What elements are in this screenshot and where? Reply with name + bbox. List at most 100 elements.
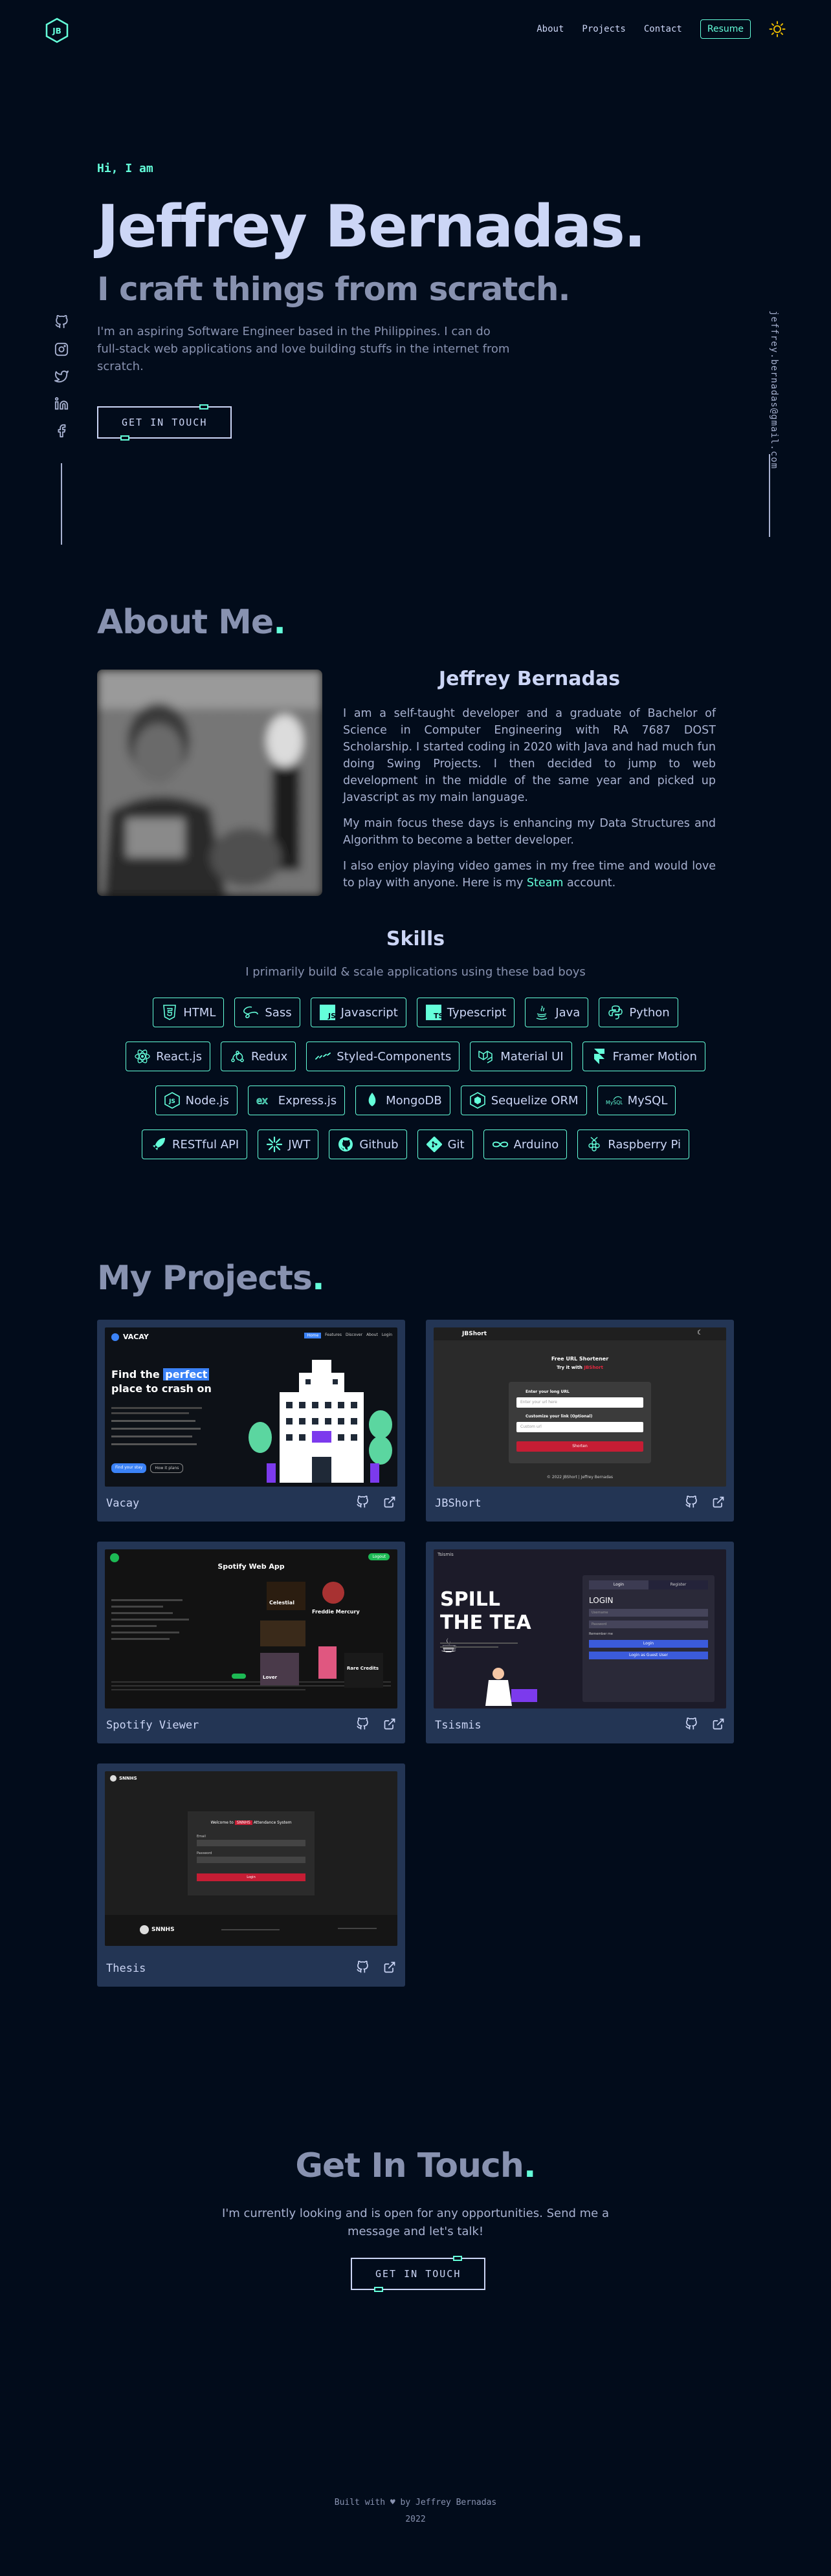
sequelize-icon [469,1092,486,1109]
jwt-icon [266,1136,283,1153]
navbar: JB About Projects Contact Resume [0,0,831,62]
project-card-spotify-viewer[interactable]: Logout Spotify Web App Celestial Freddie… [97,1542,405,1743]
nav-link-about[interactable]: About [537,24,564,34]
skills-row: HTML Sass JS Javascript TS Typescript Java… [0,998,831,1027]
steam-link[interactable]: Steam [527,877,564,890]
skill-chip-nodejs: JS Node.js [155,1086,238,1115]
spotify-card: Celestial [267,1582,305,1610]
project-links [356,1717,396,1733]
tsismis-tabs: Login Register [589,1580,708,1589]
project-card-thesis[interactable]: SNNHS Welcome to SNNHS Attendance System… [97,1763,405,1987]
school-logo-icon [110,1775,116,1782]
nav-link-contact[interactable]: Contact [644,24,682,34]
vacay-text-lines [111,1404,208,1451]
about-paragraph: My main focus these days is enhancing my… [343,817,716,847]
skills-row: React.js Redux Styled-Components Materia… [0,1042,831,1071]
hero-intro: I'm an aspiring Software Engineer based … [97,325,510,373]
project-links [356,1495,396,1511]
spotify-text-lines [111,1595,202,1644]
html5-icon [161,1004,178,1021]
about-paragraph: I am a self-taught developer and a gradu… [343,707,716,804]
nav-link-projects[interactable]: Projects [582,24,625,34]
spotify-artist-avatar [322,1582,344,1604]
github-icon[interactable] [356,1960,369,1976]
external-link-icon[interactable] [383,1496,396,1511]
facebook-icon[interactable] [53,423,70,439]
thesis-login-panel: Welcome to SNNHS Attendance System Email… [188,1811,315,1895]
sun-icon[interactable] [769,21,786,38]
site-footer: Built with ♥ by Jeffrey Bernadas 2022 [0,2494,831,2528]
profile-photo [97,670,322,896]
project-name: Spotify Viewer [106,1719,199,1732]
vacay-headline: Find the perfect place to crash on [111,1368,212,1395]
skills-subtitle: I primarily build & scale applications u… [245,965,586,979]
skill-chip-python: Python [599,998,678,1027]
contact-get-in-touch-button[interactable]: GET IN TOUCH [351,2256,486,2292]
hero-get-in-touch-button[interactable]: GET IN TOUCH [97,404,232,441]
external-link-icon[interactable] [383,1718,396,1733]
vacay-logo-icon [111,1333,119,1341]
heart-icon: ♥ [390,2498,395,2507]
project-screenshot: SNNHS Welcome to SNNHS Attendance System… [105,1771,397,1946]
projects-title: My Projects. [97,1259,325,1298]
about-bio: I am a self-taught developer and a gradu… [343,705,716,901]
skill-chip-arduino: Arduino [483,1130,568,1159]
skill-chip-jwt: JWT [258,1130,319,1159]
svg-text:JB: JB [52,27,61,36]
project-name: JBShort [435,1497,482,1510]
external-link-icon[interactable] [712,1718,725,1733]
button-corner-accent [374,2287,383,2292]
project-card-jbshort[interactable]: JBShort ☾ Free URL Shortener Try it with… [426,1320,734,1522]
project-name: Vacay [106,1497,140,1510]
about-name: Jeffrey Bernadas [438,668,621,690]
project-links [685,1495,725,1511]
project-footer: Vacay [106,1485,396,1522]
footer-year: 2022 [405,2515,426,2524]
github-icon[interactable] [685,1495,698,1511]
button-corner-accent [453,2256,463,2261]
skill-chip-raspberry-pi: Raspberry Pi [577,1130,690,1159]
about-title: About Me. [97,603,286,642]
thesis-welcome: Welcome to SNNHS Attendance System [210,1820,292,1825]
logo[interactable]: JB [45,17,69,43]
hero-name: Jeffrey Bernadas. [97,193,646,261]
social-divider-line [61,463,62,545]
arduino-icon [492,1136,509,1153]
git-icon [426,1136,443,1153]
external-link-icon[interactable] [383,1961,396,1976]
javascript-icon: JS [319,1004,336,1021]
skills-row: RESTful API JWT Github Git Arduino Raspb… [0,1130,831,1159]
contact-title: Get In Touch. [295,2146,536,2185]
linkedin-icon[interactable] [53,396,70,411]
twitter-icon[interactable] [53,369,70,384]
skill-chip-javascript: JS Javascript [310,998,406,1027]
skill-chip-redux: Redux [221,1042,296,1071]
spotify-logo-icon [110,1553,119,1562]
project-footer: Spotify Viewer [106,1707,396,1743]
github-icon[interactable] [356,1717,369,1733]
redux-icon [229,1048,246,1065]
project-screenshot: VACAY Home Features Discover About Login… [105,1327,397,1487]
github-icon[interactable] [685,1717,698,1733]
email-link[interactable]: jeffrey.bernadas@gmail.com [769,311,779,469]
project-footer: Thesis [106,1950,396,1987]
instagram-icon[interactable] [53,342,70,357]
skill-chip-expressjs: ex Express.js [247,1086,346,1115]
github-icon[interactable] [53,314,70,330]
skill-chip-java: Java [525,998,589,1027]
project-card-tsismis[interactable]: Tsismis SPILL THE TEA ☕ Login Register LO… [426,1542,734,1743]
email-divider-line [769,454,770,537]
jbshort-form: Enter your long URL Enter your url here … [509,1382,651,1463]
resume-button[interactable]: Resume [700,19,751,39]
github-icon[interactable] [356,1495,369,1511]
external-link-icon[interactable] [712,1496,725,1511]
spotify-card: Rare Credits [344,1653,383,1688]
mysql-icon: MySQL [606,1092,623,1109]
button-corner-accent [199,404,209,409]
project-links [685,1717,725,1733]
project-name: Thesis [106,1962,146,1975]
project-card-vacay[interactable]: VACAY Home Features Discover About Login… [97,1320,405,1522]
thesis-footer: SNNHS [105,1915,397,1946]
svg-text:TS: TS [434,1012,441,1020]
skill-chip-sequelize: Sequelize ORM [460,1086,587,1115]
